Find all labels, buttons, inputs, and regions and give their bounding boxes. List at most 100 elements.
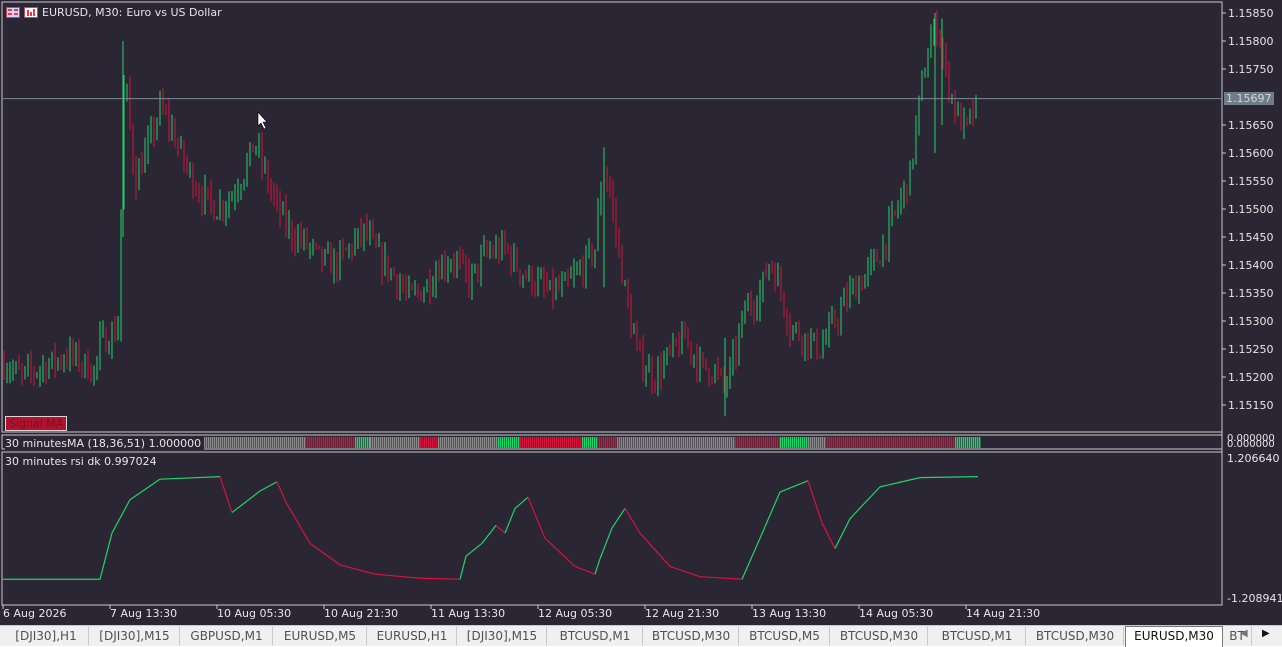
ma-bar: [428, 437, 430, 448]
ma-bar: [552, 437, 554, 448]
ma-bar: [847, 437, 849, 448]
ma-bar: [353, 437, 355, 448]
ma-bar: [574, 437, 576, 448]
ma-bar: [420, 437, 422, 448]
ma-bar: [220, 437, 222, 448]
ma-bar: [460, 437, 462, 448]
ma-bar: [331, 437, 333, 448]
ma-bar: [820, 437, 822, 448]
ma-bar: [288, 437, 290, 448]
ma-bar: [681, 437, 683, 448]
chart-tab[interactable]: [DJI30],M15: [90, 627, 180, 645]
ma-bar: [806, 437, 808, 448]
ma-bar: [727, 437, 729, 448]
ma-bar: [971, 437, 973, 448]
ma-bar: [218, 437, 220, 448]
chart-tab[interactable]: BTCUSD,M30: [1027, 627, 1124, 645]
ma-bar: [643, 437, 645, 448]
ma-bar: [911, 437, 913, 448]
ma-bar: [689, 437, 691, 448]
ma-bar: [594, 437, 596, 448]
chart-tab[interactable]: BTCUSD,M30: [831, 627, 928, 645]
ma-bar: [943, 437, 945, 448]
ma-bar: [228, 437, 230, 448]
ma-bar: [339, 437, 341, 448]
chart-window[interactable]: 1.15850 1.15800 1.15750 1.15650 1.15600 1.155…: [0, 0, 1282, 625]
ma-bar: [412, 437, 414, 448]
ma-bar: [947, 437, 949, 448]
ma-bar: [284, 437, 286, 448]
ma-bar: [582, 437, 584, 448]
ma-bar: [800, 437, 802, 448]
ma-bar: [376, 437, 378, 448]
ma-bar: [406, 437, 408, 448]
ma-bar: [655, 437, 657, 448]
chart-tab[interactable]: [DJI30],H1: [4, 627, 89, 645]
ma-bar: [307, 437, 309, 448]
ma-bar: [380, 437, 382, 448]
ma-bar: [472, 437, 474, 448]
tab-scroll-left-icon[interactable]: ◀: [1240, 628, 1248, 639]
ma-bar: [861, 437, 863, 448]
ma-bar: [810, 437, 812, 448]
ma-bar: [302, 437, 304, 448]
ma-bar: [260, 437, 262, 448]
ma-bar: [349, 437, 351, 448]
ma-bar: [825, 437, 827, 448]
ma-bar: [452, 437, 454, 448]
ma-bar: [877, 437, 879, 448]
ma-bar: [665, 437, 667, 448]
time-tick-label: 12 Aug 21:30: [645, 607, 719, 620]
chart-tab[interactable]: [DJI30],M15: [458, 627, 547, 645]
ma-bar: [687, 437, 689, 448]
ma-bar: [386, 437, 388, 448]
ma-bar: [709, 437, 711, 448]
ma-bar: [663, 437, 665, 448]
rsi-scale-bottom: -1.208941: [1227, 592, 1282, 605]
ma-bar: [685, 437, 687, 448]
time-tick-label: 14 Aug 21:30: [966, 607, 1040, 620]
chart-tab[interactable]: BTCUSD,M1: [548, 627, 643, 645]
ma-bar: [244, 437, 246, 448]
ma-bar: [937, 437, 939, 448]
ma-bar: [881, 437, 883, 448]
ma-bar: [901, 437, 903, 448]
ma-bar: [426, 437, 428, 448]
chart-tab[interactable]: EURUSD,M5: [274, 627, 367, 645]
ma-bar: [939, 437, 941, 448]
ma-bar: [895, 437, 897, 448]
ma-bar: [617, 437, 619, 448]
price-axis: 1.15850 1.15800 1.15750 1.15650 1.15600 1.155…: [1222, 7, 1274, 412]
signal-ma-badge[interactable]: Signal MA: [5, 416, 68, 431]
chart-tab[interactable]: BTCUSD,M1: [929, 627, 1026, 645]
ma-bar: [831, 437, 833, 448]
ma-bar: [327, 437, 329, 448]
ma-bar: [224, 437, 226, 448]
current-price-label[interactable]: 1.15697: [1224, 92, 1274, 105]
ma-bar: [657, 437, 659, 448]
chart-tab[interactable]: BTCUSD,M30: [644, 627, 739, 645]
chart-type-icon[interactable]: [24, 7, 38, 18]
chart-tab[interactable]: EURUSD,H1: [368, 627, 457, 645]
ma-bar: [464, 437, 466, 448]
chart-tab[interactable]: GBPUSD,M1: [181, 627, 273, 645]
ma-bar: [923, 437, 925, 448]
chart-tab[interactable]: BTCUSD,M5: [740, 627, 830, 645]
chart-canvas[interactable]: 1.15850 1.15800 1.15750 1.15650 1.15600 1.155…: [0, 0, 1282, 625]
ma-bar: [849, 437, 851, 448]
ma-bar: [757, 437, 759, 448]
ma-bar: [528, 437, 530, 448]
time-tick-label: 6 Aug 2026: [3, 607, 66, 620]
chart-tab[interactable]: EURUSD,M30: [1125, 626, 1223, 647]
ma-bar: [562, 437, 564, 448]
ma-bar: [296, 437, 298, 448]
chart-menu-icon[interactable]: [6, 7, 20, 18]
price-tick-label: 1.15200: [1228, 371, 1274, 384]
ma-bar: [599, 437, 601, 448]
tab-scroll-right-icon[interactable]: ▶: [1262, 628, 1270, 639]
ma-bar: [384, 437, 386, 448]
ma-bar: [532, 437, 534, 448]
ma-bar: [723, 437, 725, 448]
ma-bar: [502, 437, 504, 448]
ma-bar: [504, 437, 506, 448]
